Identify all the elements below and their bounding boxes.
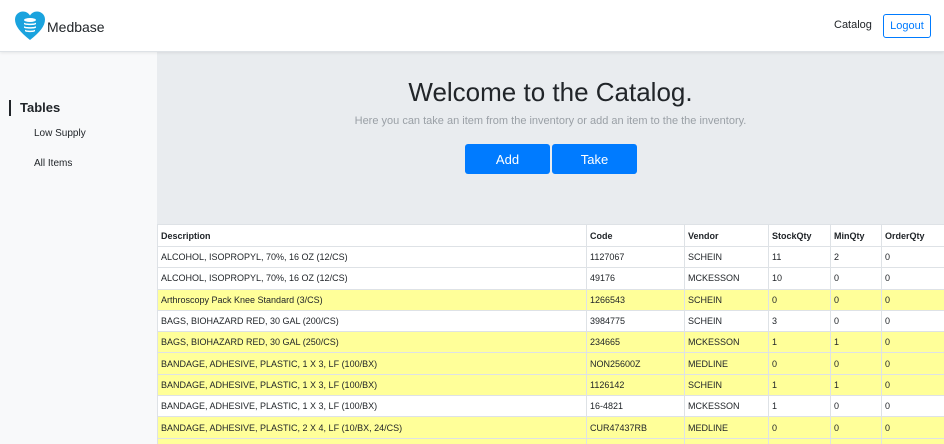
cell-stockqty: 10: [768, 267, 831, 290]
cell-description: [157, 437, 587, 444]
column-header-description[interactable]: Description: [157, 224, 587, 247]
table-row[interactable]: BANDAGE, ADHESIVE, PLASTIC, 1 X 3, LF (1…: [157, 352, 944, 375]
cell-orderqty: 0: [881, 288, 944, 311]
cell-code: 234665: [586, 331, 685, 354]
cell-orderqty: 0: [881, 416, 944, 439]
cell-stockqty: 0: [768, 416, 831, 439]
table-row[interactable]: BANDAGE, ADHESIVE, PLASTIC, 1 X 3, LF (1…: [157, 395, 944, 418]
sidebar-item-all-items[interactable]: All Items: [34, 158, 72, 169]
page-title: Welcome to the Catalog.: [408, 77, 693, 107]
cell-orderqty: 0: [881, 309, 944, 333]
cell-code: NON25600Z: [586, 352, 685, 375]
cell-vendor: SCHEIN: [684, 288, 769, 311]
cell-stockqty: 1: [768, 331, 831, 354]
cell-stockqty: 11: [768, 245, 831, 269]
cell-minqty: 1: [830, 373, 882, 397]
cell-stockqty: 0: [768, 288, 831, 311]
cell-vendor: SCHEIN: [684, 309, 769, 333]
cell-code: 1126142: [586, 373, 685, 397]
cell-description: BAGS, BIOHAZARD RED, 30 GAL (200/CS): [157, 309, 587, 333]
cell-vendor: SCHEIN: [684, 245, 769, 269]
table-row[interactable]: [157, 437, 944, 444]
cell-vendor: MEDLINE: [684, 352, 769, 375]
inventory-table: Description Code Vendor StockQty MinQty …: [157, 224, 944, 444]
add-button[interactable]: Add: [465, 144, 550, 174]
cell-orderqty: 0: [881, 331, 944, 354]
nav-catalog-link[interactable]: Catalog: [834, 19, 872, 31]
cell-minqty: 2: [830, 245, 882, 269]
cell-code: 3984775: [586, 309, 685, 333]
cell-orderqty: 0: [881, 245, 944, 269]
inventory-table-container[interactable]: Description Code Vendor StockQty MinQty …: [157, 224, 944, 444]
top-navbar: Medbase Catalog Logout: [0, 0, 944, 52]
cell-minqty: 0: [830, 288, 882, 311]
cell-orderqty: 0: [881, 352, 944, 375]
cell-code: CUR47437RB: [586, 416, 685, 439]
table-row[interactable]: BAGS, BIOHAZARD RED, 30 GAL (250/CS) 2346…: [157, 331, 944, 354]
cell-code: 16-4821: [586, 395, 685, 418]
cell-description: BAGS, BIOHAZARD RED, 30 GAL (250/CS): [157, 331, 587, 354]
cell-minqty: 0: [830, 309, 882, 333]
table-body: ALCOHOL, ISOPROPYL, 70%, 16 OZ (12/CS) 11…: [157, 245, 944, 444]
table-row[interactable]: BANDAGE, ADHESIVE, PLASTIC, 2 X 4, LF (1…: [157, 416, 944, 439]
cell-vendor: SCHEIN: [684, 373, 769, 397]
cell-orderqty: [881, 437, 944, 444]
table-header-row: Description Code Vendor StockQty MinQty …: [157, 224, 944, 247]
table-row[interactable]: BAGS, BIOHAZARD RED, 30 GAL (200/CS) 3984…: [157, 309, 944, 333]
cell-description: BANDAGE, ADHESIVE, PLASTIC, 1 X 3, LF (1…: [157, 373, 587, 397]
heart-stack-icon: [15, 11, 45, 40]
cell-stockqty: [768, 437, 831, 444]
cell-orderqty: 0: [881, 395, 944, 418]
welcome-jumbotron: Welcome to the Catalog. Here you can tak…: [157, 52, 944, 224]
cell-description: BANDAGE, ADHESIVE, PLASTIC, 2 X 4, LF (1…: [157, 416, 587, 439]
table-row[interactable]: ALCOHOL, ISOPROPYL, 70%, 16 OZ (12/CS) 49…: [157, 267, 944, 290]
cell-description: ALCOHOL, ISOPROPYL, 70%, 16 OZ (12/CS): [157, 267, 587, 290]
sidebar-header: Tables: [9, 100, 60, 116]
cell-minqty: [830, 437, 882, 444]
brand-link[interactable]: Medbase: [14, 10, 105, 42]
cell-code: [586, 437, 685, 444]
table-row[interactable]: Arthroscopy Pack Knee Standard (3/CS) 126…: [157, 288, 944, 311]
cell-description: BANDAGE, ADHESIVE, PLASTIC, 1 X 3, LF (1…: [157, 395, 587, 418]
cell-code: 1266543: [586, 288, 685, 311]
table-row[interactable]: BANDAGE, ADHESIVE, PLASTIC, 1 X 3, LF (1…: [157, 373, 944, 397]
cell-orderqty: 0: [881, 373, 944, 397]
cell-orderqty: 0: [881, 267, 944, 290]
column-header-code[interactable]: Code: [586, 224, 685, 247]
cell-minqty: 0: [830, 352, 882, 375]
cell-description: ALCOHOL, ISOPROPYL, 70%, 16 OZ (12/CS): [157, 245, 587, 269]
cell-minqty: 0: [830, 395, 882, 418]
page-subtitle: Here you can take an item from the inven…: [354, 115, 747, 127]
column-header-orderqty[interactable]: OrderQty: [881, 224, 944, 247]
cell-vendor: MCKESSON: [684, 331, 769, 354]
sidebar: Tables Low Supply All Items: [0, 52, 157, 444]
column-header-minqty[interactable]: MinQty: [830, 224, 882, 247]
cell-minqty: 0: [830, 416, 882, 439]
take-button[interactable]: Take: [552, 144, 637, 174]
cell-vendor: MEDLINE: [684, 416, 769, 439]
cell-code: 49176: [586, 267, 685, 290]
column-header-stockqty[interactable]: StockQty: [768, 224, 831, 247]
cell-vendor: MCKESSON: [684, 395, 769, 418]
cell-description: BANDAGE, ADHESIVE, PLASTIC, 1 X 3, LF (1…: [157, 352, 587, 375]
table-row[interactable]: ALCOHOL, ISOPROPYL, 70%, 16 OZ (12/CS) 11…: [157, 245, 944, 269]
cell-minqty: 1: [830, 331, 882, 354]
sidebar-item-low-supply[interactable]: Low Supply: [34, 128, 86, 139]
cell-code: 1127067: [586, 245, 685, 269]
cell-stockqty: 1: [768, 395, 831, 418]
cell-vendor: [684, 437, 769, 444]
logout-button[interactable]: Logout: [883, 14, 931, 38]
cell-vendor: MCKESSON: [684, 267, 769, 290]
column-header-vendor[interactable]: Vendor: [684, 224, 769, 247]
cell-description: Arthroscopy Pack Knee Standard (3/CS): [157, 288, 587, 311]
cell-minqty: 0: [830, 267, 882, 290]
brand-name: Medbase: [47, 19, 105, 35]
cell-stockqty: 0: [768, 352, 831, 375]
cell-stockqty: 3: [768, 309, 831, 333]
cell-stockqty: 1: [768, 373, 831, 397]
